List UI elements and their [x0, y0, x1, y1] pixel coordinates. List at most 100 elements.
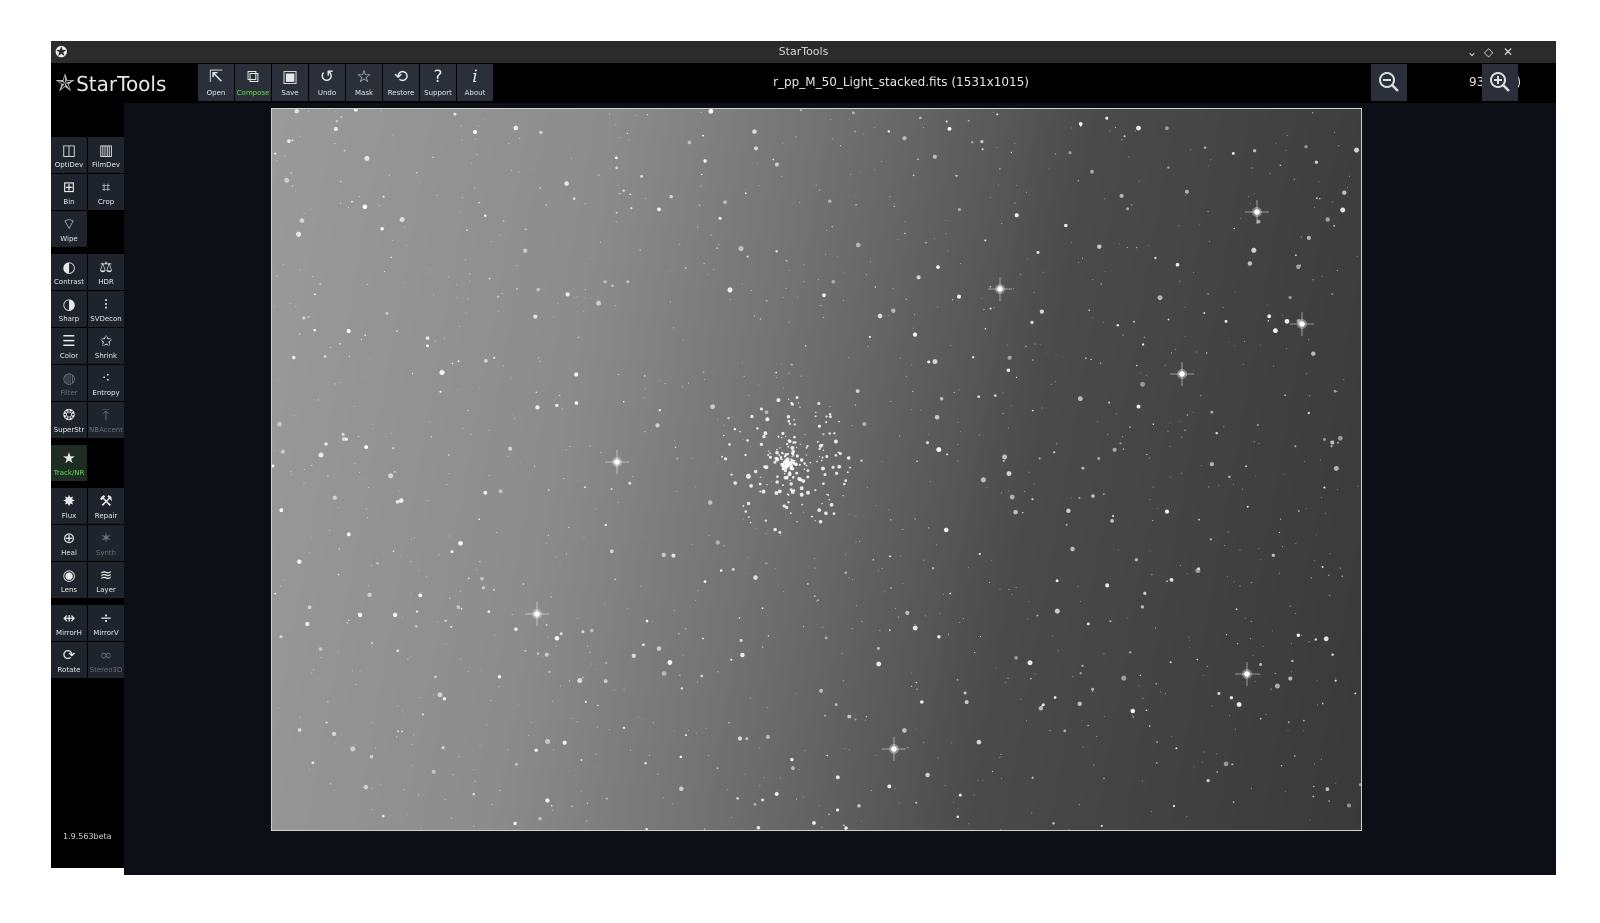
support-label: Support: [424, 89, 452, 97]
tool-label: Track/NR: [53, 469, 85, 477]
minimize-icon[interactable]: ⌄: [1467, 44, 1477, 60]
lens-icon: ◉: [62, 566, 76, 584]
tool-heal[interactable]: ⊕ Heal: [51, 525, 87, 561]
about-icon: i: [472, 67, 478, 87]
tool-label: MirrorH: [56, 629, 82, 637]
tool-stereo3d: ∞ Stereo3D: [88, 642, 124, 678]
tool-synth: ✶ Synth: [88, 525, 124, 561]
main-area: ◫ OptiDev ▥ FilmDev ⊞ Bin ⌗ Crop ⌔ Wipe ◐ Cont…: [51, 103, 1556, 875]
heal-icon: ⊕: [62, 529, 76, 547]
tool-label: Stereo3D: [89, 666, 123, 674]
tool-contrast[interactable]: ◐ Contrast: [51, 254, 87, 290]
restore-icon: ⟲: [393, 67, 409, 87]
zoom-in-icon: [1490, 72, 1510, 92]
shrink-icon: ✩: [99, 332, 113, 350]
tool-crop[interactable]: ⌗ Crop: [88, 174, 124, 210]
about-button[interactable]: i About: [457, 64, 493, 101]
tool-label: Sharp: [58, 315, 80, 323]
tool-sidebar: ◫ OptiDev ▥ FilmDev ⊞ Bin ⌗ Crop ⌔ Wipe ◐ Cont…: [51, 103, 124, 868]
tool-entropy[interactable]: ⁖ Entropy: [88, 365, 124, 401]
tool-svdecon[interactable]: ⁝ SVDecon: [88, 291, 124, 327]
tool-label: Wipe: [60, 235, 78, 243]
tool-nbaccent: ⤒ NBAccent: [88, 402, 124, 438]
tool-shrink[interactable]: ✩ Shrink: [88, 328, 124, 364]
optidev-icon: ◫: [61, 141, 77, 159]
restore-button[interactable]: ⟲ Restore: [383, 64, 419, 101]
undo-label: Undo: [317, 89, 337, 97]
undo-button[interactable]: ↺ Undo: [309, 64, 345, 101]
zoom-out-icon: [1379, 72, 1399, 92]
tool-rotate[interactable]: ⟳ Rotate: [51, 642, 87, 678]
astro-image[interactable]: [271, 108, 1362, 831]
layer-icon: ≋: [99, 566, 113, 584]
flux-icon: ✸: [62, 492, 76, 510]
contrast-icon: ◐: [62, 258, 76, 276]
tool-layer[interactable]: ≋ Layer: [88, 562, 124, 598]
zoom-out-button[interactable]: [1371, 64, 1407, 101]
open-button[interactable]: ⇱ Open: [198, 64, 234, 101]
tool-label: Heal: [61, 549, 77, 557]
repair-icon: ⚒: [99, 492, 113, 510]
mask-icon: ☆: [356, 67, 372, 87]
tool-sharp[interactable]: ◑ Sharp: [51, 291, 87, 327]
crop-icon: ⌗: [101, 178, 111, 196]
mirrorh-icon: ⇹: [62, 609, 76, 627]
tool-label: Contrast: [54, 278, 84, 286]
tool-label: HDR: [98, 278, 114, 286]
support-button[interactable]: ? Support: [420, 64, 456, 101]
wipe-icon: ⌔: [61, 215, 77, 233]
tool-label: Layer: [96, 586, 116, 594]
tool-bin[interactable]: ⊞ Bin: [51, 174, 87, 210]
undo-icon: ↺: [319, 67, 335, 87]
tool-repair[interactable]: ⚒ Repair: [88, 488, 124, 524]
tool-hdr[interactable]: ⚖ HDR: [88, 254, 124, 290]
mask-label: Mask: [354, 89, 374, 97]
tool-label: Entropy: [92, 389, 120, 397]
save-label: Save: [281, 89, 299, 97]
tool-filmdev[interactable]: ▥ FilmDev: [88, 137, 124, 173]
tool-color[interactable]: ☰ Color: [51, 328, 87, 364]
compose-button[interactable]: ⧉ Compose: [235, 64, 271, 101]
tool-label: Repair: [94, 512, 118, 520]
tool-label: Filter: [60, 389, 78, 397]
nbaccent-icon: ⤒: [102, 406, 110, 424]
tool-lens[interactable]: ◉ Lens: [51, 562, 87, 598]
restore-label: Restore: [387, 89, 415, 97]
tool-label: FilmDev: [91, 161, 121, 169]
title-bar: ✪ StarTools ⌄ ◇ ✕: [51, 41, 1556, 63]
tool-label: Synth: [95, 549, 117, 557]
tool-superstr[interactable]: ❂ SuperStr: [51, 402, 87, 438]
image-canvas-area[interactable]: [124, 103, 1556, 875]
stereo3d-icon: ∞: [99, 646, 113, 664]
tool-track-nr[interactable]: ★ Track/NR: [51, 445, 87, 481]
tool-flux[interactable]: ✸ Flux: [51, 488, 87, 524]
close-icon[interactable]: ✕: [1503, 44, 1513, 60]
tool-label: Rotate: [57, 666, 81, 674]
mask-button[interactable]: ☆ Mask: [346, 64, 382, 101]
bin-icon: ⊞: [62, 178, 76, 196]
compose-label: Compose: [236, 89, 270, 97]
tool-label: NBAccent: [89, 426, 123, 434]
tool-label: Bin: [63, 198, 75, 206]
svdecon-icon: ⁝: [103, 295, 109, 313]
tool-label: MirrorV: [93, 629, 119, 637]
tool-label: OptiDev: [54, 161, 84, 169]
hdr-icon: ⚖: [99, 258, 113, 276]
entropy-icon: ⁖: [101, 369, 111, 387]
zoom-in-button[interactable]: [1482, 64, 1518, 101]
tool-wipe[interactable]: ⌔ Wipe: [51, 211, 87, 247]
tool-optidev[interactable]: ◫ OptiDev: [51, 137, 87, 173]
tool-filter: ◍ Filter: [51, 365, 87, 401]
filter-icon: ◍: [62, 369, 76, 387]
document-filename: r_pp_M_50_Light_stacked.fits (1531x1015): [773, 75, 1029, 89]
tool-label: Color: [59, 352, 79, 360]
tool-label: Crop: [97, 198, 115, 206]
tool-label: Flux: [61, 512, 77, 520]
open-label: Open: [206, 89, 226, 97]
open-icon: ⇱: [208, 67, 224, 87]
tool-mirrorv[interactable]: ÷ MirrorV: [88, 605, 124, 641]
tool-mirrorh[interactable]: ⇹ MirrorH: [51, 605, 87, 641]
restore-icon[interactable]: ◇: [1484, 44, 1493, 60]
filmdev-icon: ▥: [98, 141, 114, 159]
save-button[interactable]: ▣ Save: [272, 64, 308, 101]
